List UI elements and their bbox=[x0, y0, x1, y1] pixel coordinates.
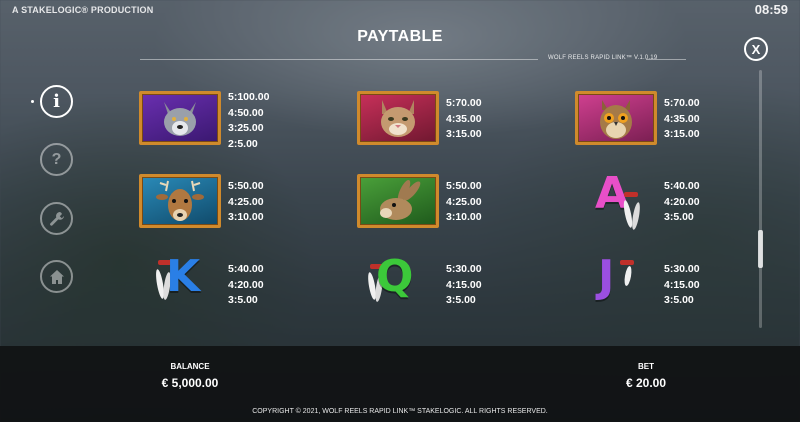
pay-value: 5:30.00 bbox=[446, 263, 482, 275]
pay-value: 4:50.00 bbox=[228, 106, 264, 119]
letter-j-paylist: 5:30.00 4:15.00 3:5.00 bbox=[664, 262, 700, 309]
title-divider-right bbox=[646, 59, 686, 60]
feather-icon bbox=[620, 260, 634, 286]
home-button[interactable] bbox=[40, 260, 73, 293]
pay-value: 3:15.00 bbox=[446, 128, 482, 140]
title-divider bbox=[140, 59, 538, 60]
hare-symbol bbox=[357, 174, 439, 228]
pay-value: 4:20.00 bbox=[664, 195, 700, 208]
hare-paylist: 5:50.00 4:25.00 3:10.00 bbox=[446, 179, 482, 226]
bet-label: BET bbox=[638, 362, 654, 371]
pay-value: 3:15.00 bbox=[664, 128, 700, 140]
letter-k-paylist: 5:40.00 4:20.00 3:5.00 bbox=[228, 262, 264, 309]
pay-value: 5:50.00 bbox=[446, 180, 482, 192]
letter-q-paylist: 5:30.00 4:15.00 3:5.00 bbox=[446, 262, 482, 309]
clock: 08:59 bbox=[754, 2, 788, 17]
deer-symbol bbox=[139, 174, 221, 228]
balance-value: € 5,000.00 bbox=[161, 376, 219, 390]
feather-icon bbox=[623, 192, 640, 230]
pay-value: 4:15.00 bbox=[664, 278, 700, 291]
version-label: WOLF REELS RAPID LINK™ V.1.0.19 bbox=[548, 55, 658, 61]
pay-value: 5:30.00 bbox=[664, 263, 700, 275]
close-button[interactable]: X bbox=[744, 37, 768, 61]
pay-value: 4:35.00 bbox=[446, 112, 482, 125]
pay-value: 4:25.00 bbox=[446, 195, 482, 208]
letter-j-symbol: J bbox=[598, 251, 615, 302]
page-title: PAYTABLE bbox=[357, 28, 443, 45]
lynx-paylist: 5:70.00 4:35.00 3:15.00 bbox=[446, 96, 482, 143]
pay-value: 3:5.00 bbox=[664, 211, 694, 223]
pay-value: 4:25.00 bbox=[228, 195, 264, 208]
help-button[interactable]: ? bbox=[40, 143, 73, 176]
pay-value: 4:35.00 bbox=[664, 112, 700, 125]
deer-icon bbox=[156, 180, 204, 221]
letter-a-paylist: 5:40.00 4:20.00 3:5.00 bbox=[664, 179, 700, 226]
pay-value: 5:70.00 bbox=[446, 97, 482, 109]
lynx-symbol bbox=[357, 91, 439, 145]
pay-value: 5:50.00 bbox=[228, 180, 264, 192]
owl-symbol bbox=[575, 91, 657, 145]
pay-value: 3:5.00 bbox=[228, 294, 258, 306]
pay-value: 5:70.00 bbox=[664, 97, 700, 109]
pay-value: 4:15.00 bbox=[446, 278, 482, 291]
pay-value: 3:25.00 bbox=[228, 122, 264, 134]
wolf-icon bbox=[164, 102, 196, 136]
wolf-symbol bbox=[139, 91, 221, 145]
pay-value: 3:5.00 bbox=[446, 294, 476, 306]
balance-label: BALANCE bbox=[170, 362, 210, 371]
deer-paylist: 5:50.00 4:25.00 3:10.00 bbox=[228, 179, 264, 226]
info-icon: i bbox=[53, 91, 60, 112]
owl-icon bbox=[600, 100, 632, 139]
pay-value: 3:10.00 bbox=[228, 211, 264, 223]
help-icon: ? bbox=[51, 150, 62, 168]
copyright-text: COPYRIGHT © 2021, WOLF REELS RAPID LINK™… bbox=[252, 408, 548, 415]
settings-button[interactable] bbox=[40, 202, 73, 235]
wolf-paylist: 5:100.00 4:50.00 3:25.00 2:5.00 bbox=[228, 90, 269, 152]
brand-label: A STAKELOGIC® PRODUCTION bbox=[12, 5, 154, 15]
pay-value: 4:20.00 bbox=[228, 278, 264, 291]
hare-icon bbox=[380, 179, 421, 220]
info-button[interactable]: i bbox=[40, 85, 73, 118]
pay-value: 3:10.00 bbox=[446, 211, 482, 223]
pay-value: 5:40.00 bbox=[664, 180, 700, 192]
letter-q-symbol: Q bbox=[376, 251, 414, 302]
wrench-icon bbox=[49, 211, 64, 226]
scrollbar-thumb[interactable] bbox=[758, 230, 763, 268]
active-indicator bbox=[31, 100, 34, 103]
bet-value: € 20.00 bbox=[625, 376, 667, 390]
home-icon bbox=[49, 269, 64, 284]
pay-value: 2:5.00 bbox=[228, 137, 258, 150]
scrollbar-track[interactable] bbox=[759, 70, 762, 328]
pay-value: 5:40.00 bbox=[228, 263, 264, 275]
pay-value: 5:100.00 bbox=[228, 91, 270, 103]
close-icon: X bbox=[751, 41, 761, 57]
letter-k-symbol: K bbox=[166, 251, 201, 302]
owl-paylist: 5:70.00 4:35.00 3:15.00 bbox=[664, 96, 700, 143]
pay-value: 3:5.00 bbox=[664, 294, 694, 306]
lynx-icon bbox=[381, 100, 415, 137]
